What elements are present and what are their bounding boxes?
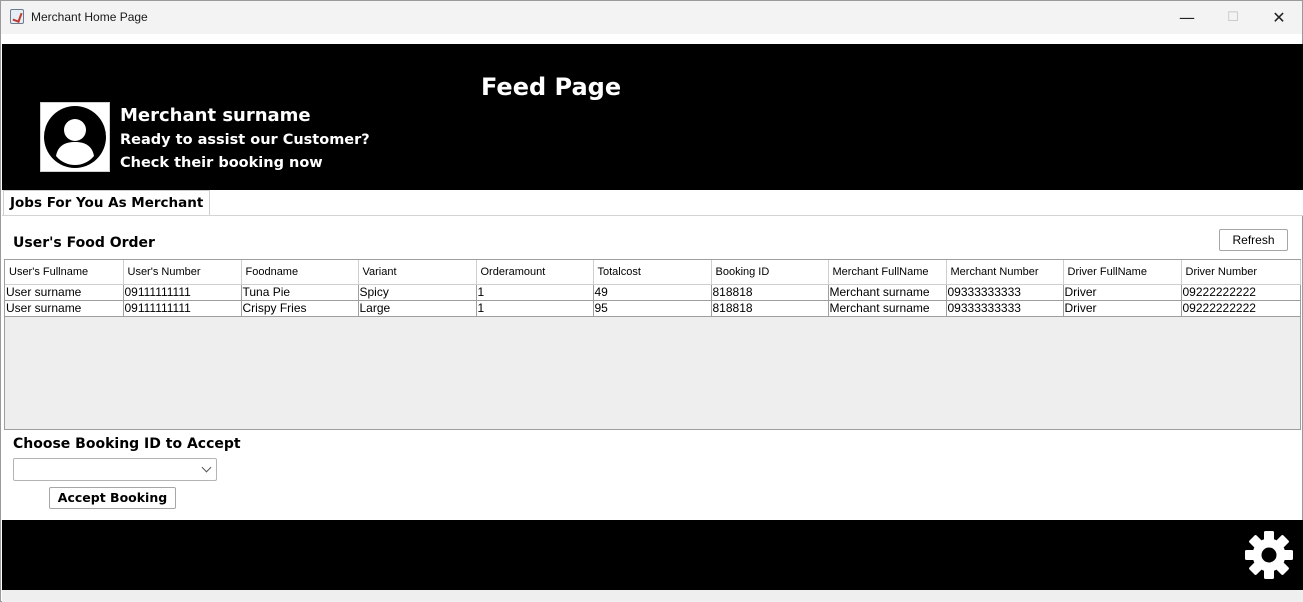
table-cell[interactable]: Merchant surname — [828, 284, 947, 301]
table-cell[interactable]: User surname — [5, 284, 124, 301]
footer-bar — [2, 520, 1303, 590]
orders-section-title: User's Food Order — [13, 235, 155, 251]
close-button[interactable]: ✕ — [1256, 1, 1302, 34]
orders-table[interactable]: User's Fullname User's Number Foodname V… — [4, 259, 1301, 430]
column-header-users-fullname[interactable]: User's Fullname — [5, 260, 124, 285]
title-bar: Merchant Home Page — ☐ ✕ — [1, 1, 1302, 34]
gear-icon[interactable] — [1244, 530, 1294, 580]
chevron-down-icon — [201, 462, 212, 473]
table-cell[interactable]: 95 — [593, 300, 712, 317]
accept-booking-button[interactable]: Accept Booking — [49, 487, 176, 509]
table-cell[interactable]: 09222222222 — [1181, 284, 1301, 301]
table-cell[interactable]: 09333333333 — [946, 284, 1064, 301]
column-header-driver-fullname[interactable]: Driver FullName — [1063, 260, 1182, 285]
avatar — [40, 102, 110, 172]
minimize-button[interactable]: — — [1164, 1, 1210, 34]
page-title: Feed Page — [481, 73, 622, 101]
table-cell[interactable]: Driver — [1063, 284, 1182, 301]
table-cell[interactable]: Merchant surname — [828, 300, 947, 317]
table-cell[interactable]: Driver — [1063, 300, 1182, 317]
bottom-strip — [2, 590, 1303, 602]
column-header-users-number[interactable]: User's Number — [123, 260, 242, 285]
table-cell[interactable]: 09111111111 — [123, 300, 242, 317]
table-cell[interactable]: 818818 — [711, 300, 829, 317]
column-header-variant[interactable]: Variant — [358, 260, 477, 285]
table-cell[interactable]: Crispy Fries — [241, 300, 359, 317]
table-cell[interactable]: 09333333333 — [946, 300, 1064, 317]
table-cell[interactable]: 1 — [476, 300, 594, 317]
table-row[interactable]: User surname 09111111111 Tuna Pie Spicy … — [5, 284, 1301, 301]
user-avatar-icon — [44, 106, 106, 168]
column-header-merchant-fullname[interactable]: Merchant FullName — [828, 260, 947, 285]
column-header-merchant-number[interactable]: Merchant Number — [946, 260, 1064, 285]
merchant-home-window: Merchant Home Page — ☐ ✕ Feed Page Merch… — [0, 0, 1303, 602]
table-cell[interactable]: 09111111111 — [123, 284, 242, 301]
greeting-line: Ready to assist our Customer? — [120, 132, 370, 148]
column-header-totalcost[interactable]: Totalcost — [593, 260, 712, 285]
table-cell[interactable]: User surname — [5, 300, 124, 317]
booking-id-select[interactable] — [13, 458, 217, 481]
merchant-name: Merchant surname — [120, 105, 311, 126]
maximize-button[interactable]: ☐ — [1210, 1, 1256, 34]
column-header-foodname[interactable]: Foodname — [241, 260, 359, 285]
header-banner: Feed Page Merchant surname Ready to assi… — [2, 44, 1303, 190]
table-cell[interactable]: 818818 — [711, 284, 829, 301]
table-cell[interactable]: 09222222222 — [1181, 300, 1301, 317]
table-cell[interactable]: 49 — [593, 284, 712, 301]
table-row[interactable]: User surname 09111111111 Crispy Fries La… — [5, 300, 1301, 317]
refresh-button[interactable]: Refresh — [1219, 229, 1288, 251]
choose-booking-label: Choose Booking ID to Accept — [13, 436, 241, 452]
table-cell[interactable]: Large — [358, 300, 477, 317]
table-cell[interactable]: Tuna Pie — [241, 284, 359, 301]
instruction-line: Check their booking now — [120, 155, 323, 171]
table-cell[interactable]: Spicy — [358, 284, 477, 301]
java-app-icon — [10, 9, 24, 24]
column-header-orderamount[interactable]: Orderamount — [476, 260, 594, 285]
column-header-booking-id[interactable]: Booking ID — [711, 260, 829, 285]
column-header-driver-number[interactable]: Driver Number — [1181, 260, 1301, 285]
table-header-row: User's Fullname User's Number Foodname V… — [5, 260, 1301, 285]
tab-strip: Jobs For You As Merchant — [2, 190, 1303, 216]
table-cell[interactable]: 1 — [476, 284, 594, 301]
tab-jobs-for-you[interactable]: Jobs For You As Merchant — [3, 190, 211, 215]
window-title: Merchant Home Page — [31, 10, 148, 24]
